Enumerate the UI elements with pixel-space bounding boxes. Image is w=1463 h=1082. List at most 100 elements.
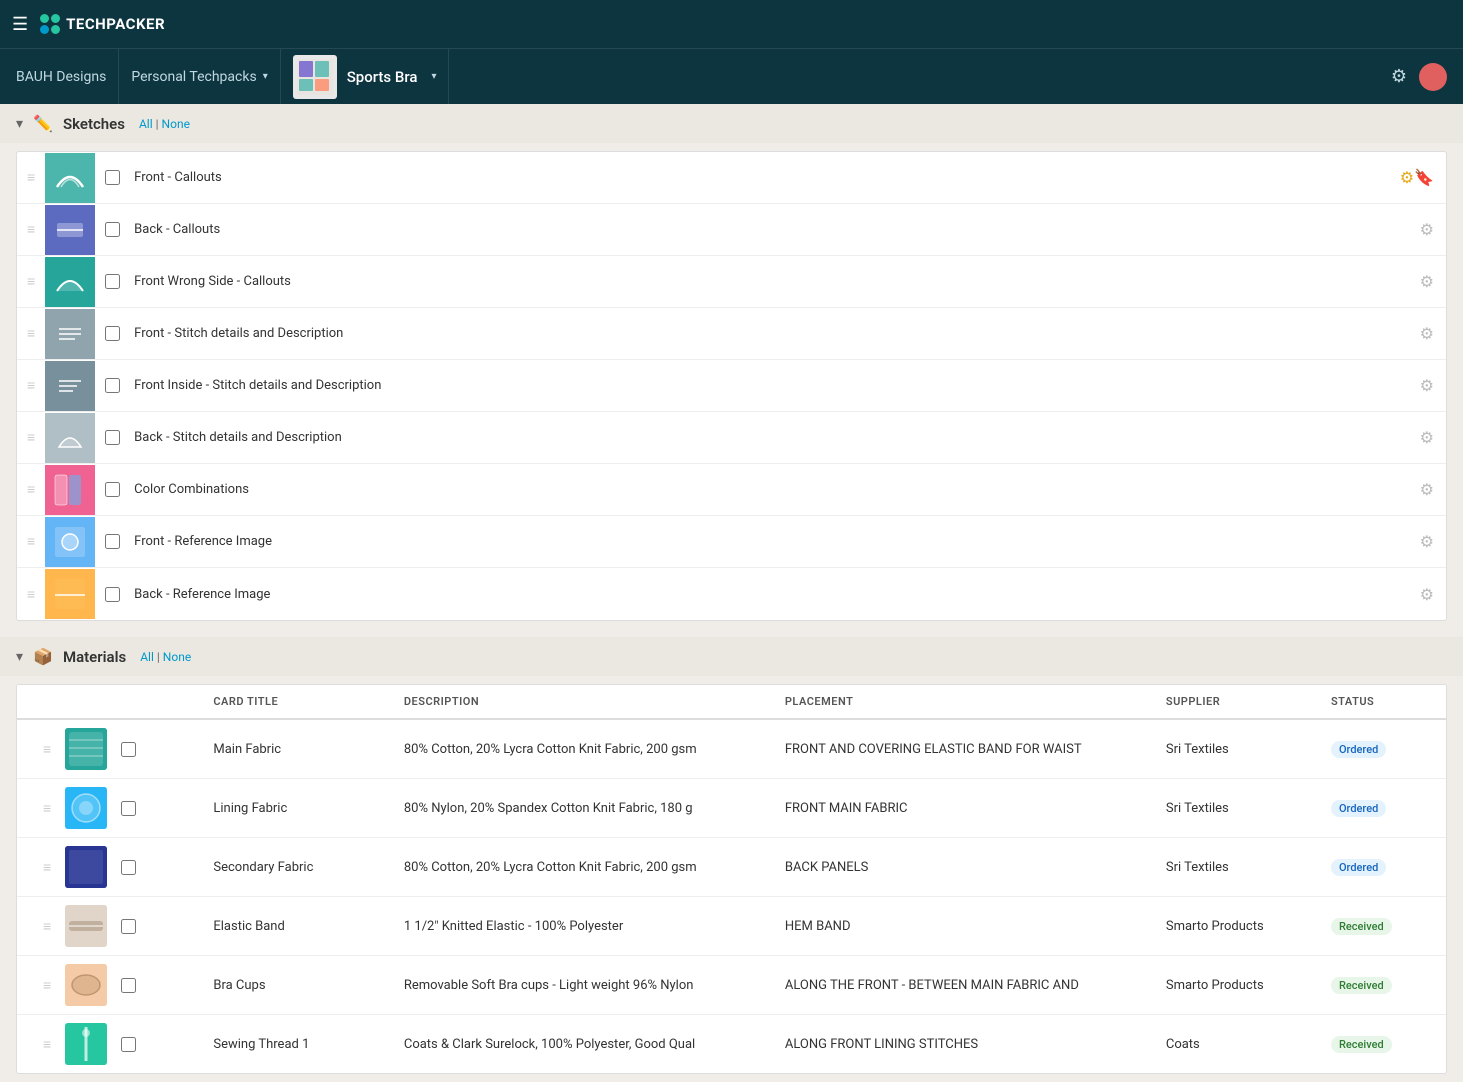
mat-checkbox[interactable]: [121, 919, 136, 934]
drag-handle-icon[interactable]: ≡: [17, 533, 45, 550]
mat-checkbox[interactable]: [121, 860, 136, 875]
mat-checkbox[interactable]: [121, 801, 136, 816]
mat-drag-handle[interactable]: ≡: [33, 859, 61, 876]
sketch-settings-button[interactable]: ⚙: [1408, 324, 1446, 343]
sketch-settings-button[interactable]: ⚙: [1408, 220, 1446, 239]
drag-handle-icon[interactable]: ≡: [17, 273, 45, 290]
sketch-checkbox[interactable]: [105, 534, 120, 549]
settings-button[interactable]: ⚙: [1391, 66, 1407, 87]
drag-handle-icon[interactable]: ≡: [17, 221, 45, 238]
sketch-name: Front - Reference Image: [130, 534, 1407, 549]
mat-row-controls: ≡: [25, 783, 193, 833]
sketch-thumbnail: [45, 413, 95, 463]
materials-all-link[interactable]: All: [140, 650, 154, 664]
breadcrumb-product[interactable]: Sports Bra ▾: [281, 49, 450, 105]
sketch-name: Front - Callouts: [130, 170, 1388, 185]
sketch-settings-button[interactable]: ⚙: [1408, 480, 1446, 499]
sketch-row: ≡ Front - Stitch details and Description…: [17, 308, 1446, 360]
mat-drag-handle[interactable]: ≡: [33, 918, 61, 935]
sketch-row: ≡ Front Wrong Side - Callouts ⚙: [17, 256, 1446, 308]
mat-thumb-svg: [65, 905, 107, 947]
mat-description-cell: 80% Nylon, 20% Spandex Cotton Knit Fabri…: [392, 779, 773, 838]
sketch-settings-button[interactable]: ⚙🔖: [1388, 168, 1446, 187]
drag-handle-icon[interactable]: ≡: [17, 377, 45, 394]
mat-placement-cell: FRONT MAIN FABRIC: [773, 779, 1154, 838]
product-chevron-icon: ▾: [431, 71, 436, 82]
drag-handle-icon[interactable]: ≡: [17, 325, 45, 342]
drag-handle-icon[interactable]: ≡: [17, 429, 45, 446]
sketch-settings-button[interactable]: ⚙: [1408, 532, 1446, 551]
mat-row-controls: ≡: [25, 724, 193, 774]
mat-thumbnail: [65, 964, 107, 1006]
status-badge: Received: [1331, 977, 1392, 994]
drag-handle-icon[interactable]: ≡: [17, 586, 45, 603]
materials-none-link[interactable]: None: [163, 650, 191, 664]
mat-supplier-cell: Coats: [1154, 1015, 1319, 1074]
mat-placement-cell: ALONG THE FRONT - BETWEEN MAIN FABRIC AN…: [773, 956, 1154, 1015]
col-status-header: STATUS: [1319, 685, 1446, 719]
sketch-row: ≡ Front - Callouts ⚙🔖: [17, 152, 1446, 204]
mat-drag-handle[interactable]: ≡: [33, 1036, 61, 1053]
hamburger-icon[interactable]: ☰: [12, 14, 28, 35]
drag-handle-icon[interactable]: ≡: [17, 481, 45, 498]
mat-checkbox[interactable]: [121, 978, 136, 993]
sketch-thumb-svg: [49, 157, 91, 199]
mat-drag-handle[interactable]: ≡: [33, 800, 61, 817]
material-row: ≡ Sewing Thread 1 Coats & Clark Surelock: [17, 1015, 1446, 1074]
sketch-checkbox[interactable]: [105, 222, 120, 237]
mat-supplier-cell: Smarto Products: [1154, 897, 1319, 956]
mat-controls-cell: ≡: [17, 897, 201, 956]
sketch-name: Front Wrong Side - Callouts: [130, 274, 1407, 289]
sketch-checkbox[interactable]: [105, 587, 120, 602]
sketch-row: ≡ Front Inside - Stitch details and Desc…: [17, 360, 1446, 412]
breadcrumb-collection[interactable]: Personal Techpacks ▾: [119, 49, 280, 105]
mat-drag-handle[interactable]: ≡: [33, 741, 61, 758]
col-title-header: Card Title: [201, 685, 392, 719]
mat-placement-cell: HEM BAND: [773, 897, 1154, 956]
sketch-checkbox[interactable]: [105, 274, 120, 289]
mat-status-cell: Received: [1319, 897, 1446, 956]
sketch-name: Back - Callouts: [130, 222, 1407, 237]
sketches-all-link[interactable]: All: [139, 117, 153, 131]
materials-links: All | None: [140, 650, 191, 664]
mat-drag-handle[interactable]: ≡: [33, 977, 61, 994]
sketch-checkbox[interactable]: [105, 170, 120, 185]
mat-status-cell: Ordered: [1319, 838, 1446, 897]
mat-thumb-svg: [65, 728, 107, 770]
mat-checkbox[interactable]: [121, 1037, 136, 1052]
status-badge: Received: [1331, 918, 1392, 935]
mat-supplier-cell: Smarto Products: [1154, 956, 1319, 1015]
sketches-links: All | None: [139, 117, 190, 131]
mat-thumbnail: [65, 787, 107, 829]
avatar[interactable]: [1419, 63, 1447, 91]
mat-thumb-svg: [65, 787, 107, 829]
sketch-settings-button[interactable]: ⚙: [1408, 585, 1446, 604]
sketch-settings-button[interactable]: ⚙: [1408, 428, 1446, 447]
sketch-thumbnail: [45, 205, 95, 255]
mat-row-controls: ≡: [25, 901, 193, 951]
sketch-checkbox[interactable]: [105, 326, 120, 341]
mat-name-cell: Elastic Band: [201, 897, 392, 956]
breadcrumb-collection-label: Personal Techpacks: [131, 69, 256, 85]
sketch-settings-button[interactable]: ⚙: [1408, 376, 1446, 395]
sketch-thumbnail: [45, 361, 95, 411]
materials-collapse-icon[interactable]: ▾: [16, 649, 23, 665]
sketches-none-link[interactable]: None: [162, 117, 190, 131]
mat-thumb-svg: [65, 1023, 107, 1065]
sketch-checkbox[interactable]: [105, 482, 120, 497]
mat-status-cell: Ordered: [1319, 779, 1446, 838]
materials-section-header[interactable]: ▾ 📦 Materials All | None: [0, 637, 1463, 676]
mat-checkbox[interactable]: [121, 742, 136, 757]
sketches-title: Sketches: [63, 115, 125, 133]
drag-handle-icon[interactable]: ≡: [17, 169, 45, 186]
breadcrumb-company[interactable]: BAUH Designs: [16, 49, 119, 105]
logo-container: TECHPACKER: [40, 14, 165, 34]
sketch-row: ≡ Color Combinations ⚙: [17, 464, 1446, 516]
mat-description-cell: 1 1/2" Knitted Elastic - 100% Polyester: [392, 897, 773, 956]
sketch-row: ≡ Back - Reference Image ⚙: [17, 568, 1446, 620]
sketch-settings-button[interactable]: ⚙: [1408, 272, 1446, 291]
sketch-checkbox[interactable]: [105, 378, 120, 393]
sketches-collapse-icon[interactable]: ▾: [16, 116, 23, 132]
sketch-checkbox[interactable]: [105, 430, 120, 445]
sketches-section-header[interactable]: ▾ ✏️ Sketches All | None: [0, 104, 1463, 143]
